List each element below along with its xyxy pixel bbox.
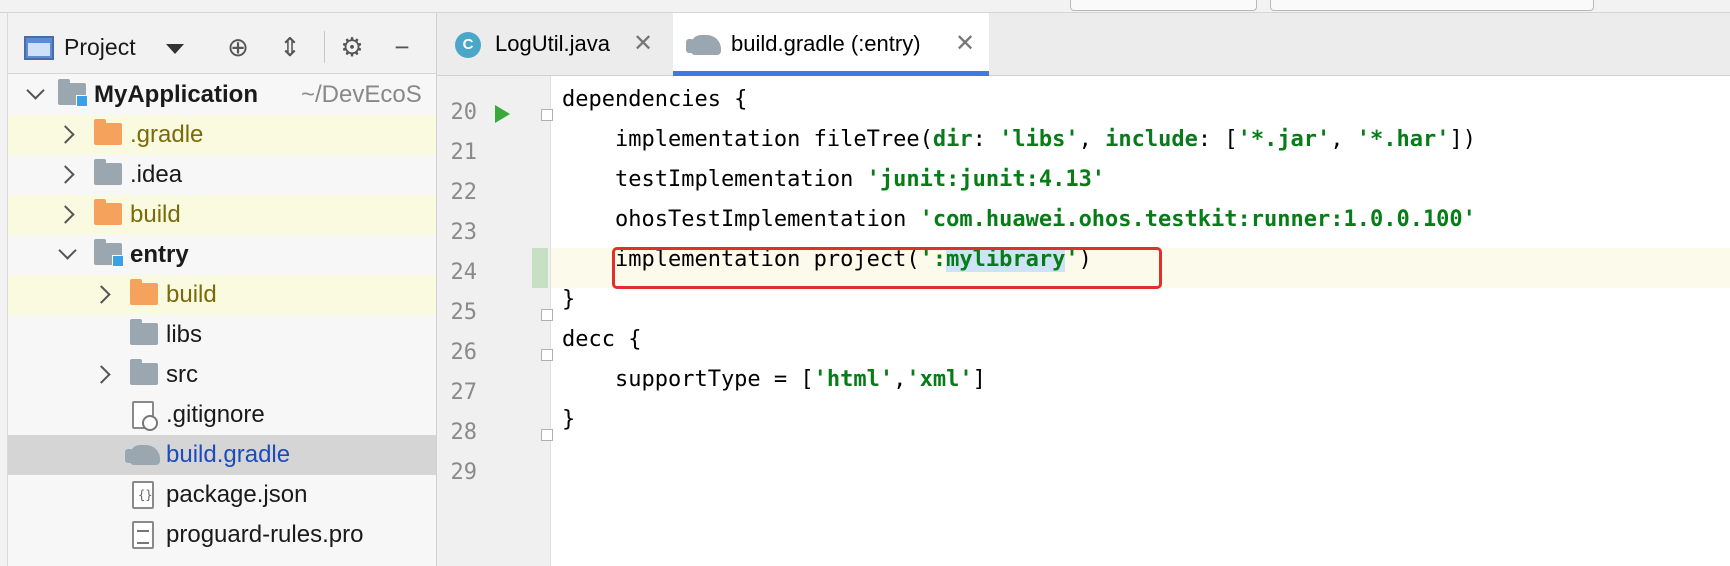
change-marker [532, 248, 548, 288]
chevron-down-icon[interactable] [58, 235, 78, 275]
tree-item-label: build [130, 201, 181, 228]
project-panel-toolbar: Project ⊕ ⇕ ⚙ − [8, 13, 436, 74]
run-config-dropdown[interactable] [1070, 0, 1257, 11]
tree-item-gitignore[interactable]: .gitignore [8, 395, 436, 435]
tree-item-build-root[interactable]: build [8, 195, 436, 235]
tree-item-label: build.gradle [166, 441, 291, 468]
tree-item-proguard[interactable]: proguard-rules.pro [8, 515, 436, 555]
chevron-right-icon[interactable] [56, 155, 76, 195]
chevron-down-icon[interactable] [166, 44, 184, 54]
run-icon[interactable] [495, 105, 510, 123]
close-icon[interactable]: ✕ [955, 13, 975, 75]
chevron-right-icon[interactable] [56, 115, 76, 155]
editor-tab-bar: C LogUtil.java ✕ build.gradle (:entry) ✕ [437, 13, 1730, 76]
tree-item-label: package.json [166, 481, 308, 508]
code-line[interactable]: implementation fileTree(dir: 'libs', inc… [562, 120, 1476, 160]
tree-item-label: libs [166, 321, 203, 348]
line-number: 22 [450, 180, 478, 205]
chevron-right-icon[interactable] [92, 275, 112, 315]
fold-icon[interactable] [541, 349, 553, 361]
gradle-icon [125, 445, 160, 465]
code-line[interactable]: testImplementation 'junit:junit:4.13' [562, 160, 1476, 200]
chevron-down-icon[interactable] [26, 75, 46, 115]
toolbar-divider [324, 31, 325, 63]
code-line[interactable]: decc { [562, 320, 1476, 360]
tree-item-label: MyApplication [94, 81, 259, 108]
module-folder-icon [94, 239, 124, 267]
tree-item-gradle[interactable]: .gradle [8, 115, 436, 155]
module-folder-icon [58, 79, 88, 107]
folder-orange-icon [130, 279, 158, 305]
tree-item-label: .idea [130, 161, 183, 188]
tree-item-label: entry [130, 241, 189, 268]
line-number: 27 [450, 380, 478, 405]
line-number: 21 [450, 140, 478, 165]
close-icon[interactable]: ✕ [633, 13, 653, 75]
fold-icon[interactable] [541, 109, 553, 121]
tree-item-label: proguard-rules.pro [166, 521, 364, 548]
chevron-right-icon[interactable] [56, 195, 76, 235]
fold-icon[interactable] [541, 429, 553, 441]
tree-item-build-gradle[interactable]: build.gradle [8, 435, 436, 475]
code-line[interactable] [562, 440, 1476, 480]
tree-item-idea[interactable]: .idea [8, 155, 436, 195]
highlight-annotation-box [612, 247, 1162, 289]
left-tool-strip [0, 13, 8, 566]
tab-label: build.gradle (:entry) [731, 31, 921, 56]
tree-item-entry[interactable]: entry [8, 235, 436, 275]
tree-item-label: build [166, 281, 217, 308]
tree-item-path-hint: ~/DevEcoS [301, 81, 422, 108]
line-number: 20 [450, 100, 478, 125]
project-view-title[interactable]: Project [64, 34, 136, 61]
folder-gray-icon [130, 319, 158, 345]
tree-item-libs[interactable]: libs [8, 315, 436, 355]
tree-item-label: .gradle [130, 121, 204, 148]
project-view-icon [24, 36, 54, 60]
tree-item-src[interactable]: src [8, 355, 436, 395]
json-file-icon [132, 481, 154, 509]
tab-label: LogUtil.java [495, 31, 610, 56]
folder-orange-icon [94, 119, 122, 145]
code-line[interactable]: dependencies { [562, 80, 1476, 120]
tree-item-label: src [166, 361, 198, 388]
minimize-icon[interactable]: − [386, 31, 418, 63]
line-number: 28 [450, 420, 478, 445]
folder-orange-icon [94, 199, 122, 225]
code-editor: C LogUtil.java ✕ build.gradle (:entry) ✕… [437, 13, 1730, 566]
tab-logutil-java[interactable]: C LogUtil.java ✕ [437, 13, 663, 75]
gradle-icon [686, 35, 721, 55]
locate-icon[interactable]: ⊕ [222, 31, 254, 63]
collapse-icon[interactable]: ⇕ [274, 31, 306, 63]
line-number: 25 [450, 300, 478, 325]
fold-icon[interactable] [541, 309, 553, 321]
line-number: 24 [450, 260, 478, 285]
code-line[interactable]: ohosTestImplementation 'com.huawei.ohos.… [562, 200, 1476, 240]
tab-build-gradle[interactable]: build.gradle (:entry) ✕ [673, 13, 989, 76]
tree-item-label: .gitignore [166, 401, 265, 428]
java-class-icon: C [455, 32, 481, 58]
tree-item-entry-build[interactable]: build [8, 275, 436, 315]
line-number: 26 [450, 340, 478, 365]
text-file-icon [132, 521, 154, 549]
line-number: 23 [450, 220, 478, 245]
code-line[interactable]: } [562, 400, 1476, 440]
folder-gray-icon [94, 159, 122, 185]
gear-icon[interactable]: ⚙ [336, 31, 368, 63]
tree-item-package-json[interactable]: package.json [8, 475, 436, 515]
folder-gray-icon [130, 359, 158, 385]
top-toolbar-strip [0, 0, 1730, 13]
line-number: 29 [450, 460, 478, 485]
code-line[interactable]: supportType = ['html','xml'] [562, 360, 1476, 400]
editor-gutter: 20 21 22 23 24 25 26 27 28 29 [437, 76, 553, 566]
device-dropdown[interactable] [1270, 0, 1594, 11]
chevron-right-icon[interactable] [92, 355, 112, 395]
gitignore-file-icon [132, 401, 158, 431]
tree-item-myapplication[interactable]: MyApplication ~/DevEcoS [8, 75, 436, 115]
project-panel: Project ⊕ ⇕ ⚙ − MyApplication ~/DevEcoS … [8, 13, 437, 566]
